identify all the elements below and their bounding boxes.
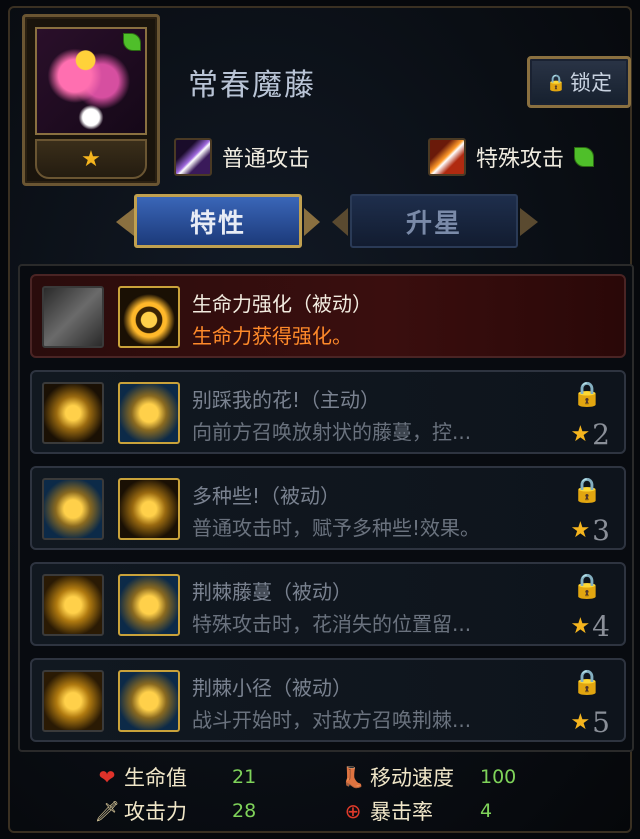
stat-hp: ❤ 生命值 21 <box>94 762 257 792</box>
trait-name: 别踩我的花!（主动） <box>192 388 381 412</box>
trait-desc: 生命力获得强化。 <box>192 324 352 348</box>
thorn-slash-icon <box>42 574 104 636</box>
star-icon: ★ <box>570 422 591 447</box>
character-panel: ★ 常春魔藤 🔒 锁定 普通攻击 特殊攻击 特性 升星 生命力强化（被动） 生命… <box>8 6 634 833</box>
vine-spiral-icon <box>42 382 104 444</box>
sprout-icon <box>42 478 104 540</box>
special-attack-type: 特殊攻击 <box>428 138 595 176</box>
thorn-vine-icon <box>118 574 180 636</box>
rose-icon <box>118 478 180 540</box>
character-portrait-frame[interactable]: ★ <box>22 14 160 186</box>
normal-attack-label: 普通攻击 <box>222 147 311 172</box>
lock-label: 锁定 <box>569 71 612 95</box>
unlock-star-requirement: ★ 4 <box>570 610 610 643</box>
trait-name: 多种些!（被动） <box>192 484 341 508</box>
star-icon: ★ <box>570 710 591 735</box>
tab-traits[interactable]: 特性 <box>134 194 302 248</box>
trait-name: 荆棘小径（被动） <box>192 676 352 700</box>
stat-crit-rate: ⊕ 暴击率 4 <box>340 796 492 826</box>
heart-icon: ❤ <box>98 765 116 789</box>
normal-attack-type: 普通攻击 <box>174 138 310 176</box>
tab-ornament-mid2 <box>332 208 348 236</box>
tab-ornament-right <box>520 208 538 236</box>
unlock-star-requirement: ★ 5 <box>570 706 610 739</box>
purple-slash-icon <box>174 138 212 176</box>
rarity-stars: ★ <box>81 146 101 172</box>
stat-move-speed: 👢 移动速度 100 <box>340 765 517 790</box>
trait-row[interactable]: 荆棘小径（被动） 战斗开始时，对敌方召唤荆棘... 🔒 ★ 5 <box>30 658 626 742</box>
thorn-bloom-icon <box>118 670 180 732</box>
lock-icon: 🔒 <box>572 572 602 600</box>
lock-icon: 🔒 <box>572 476 602 504</box>
tab-ornament-left <box>116 208 134 236</box>
unlock-star-requirement: ★ 3 <box>570 514 610 547</box>
padlock-icon: 🔒 <box>546 72 566 92</box>
tab-star-up[interactable]: 升星 <box>350 194 518 248</box>
stat-attack: 🗡 攻击力 28 <box>94 799 257 824</box>
trait-name: 荆棘藤蔓（被动） <box>192 580 352 604</box>
trait-name: 生命力强化（被动） <box>192 292 372 316</box>
unlock-star-requirement: ★ 2 <box>570 418 610 451</box>
special-attack-label: 特殊攻击 <box>476 147 565 172</box>
trait-list[interactable]: 生命力强化（被动） 生命力获得强化。 别踩我的花!（主动） 向前方召唤放射状的藤… <box>18 264 634 752</box>
orange-slash-icon <box>428 138 466 176</box>
flower-emblem-icon <box>118 382 180 444</box>
leaf-icon <box>574 147 595 167</box>
tab-ornament-mid <box>304 208 320 236</box>
crosshair-icon: ⊕ <box>344 799 362 823</box>
leaf-icon <box>123 33 141 51</box>
thorn-flame-icon <box>42 670 104 732</box>
trait-row[interactable]: 多种些!（被动） 普通攻击时，赋予多种些!效果。 🔒 ★ 3 <box>30 466 626 550</box>
star-icon: ★ <box>570 614 591 639</box>
trait-desc: 向前方召唤放射状的藤蔓，控... <box>192 420 472 444</box>
rarity-star-icon: ★ <box>35 139 147 179</box>
trait-row[interactable]: 别踩我的花!（主动） 向前方召唤放射状的藤蔓，控... 🔒 ★ 2 <box>30 370 626 454</box>
gray-wing-icon <box>42 286 104 348</box>
star-icon: ★ <box>570 518 591 543</box>
lock-icon: 🔒 <box>572 668 602 696</box>
character-portrait <box>35 27 147 135</box>
heart-flame-icon <box>118 286 180 348</box>
trait-desc: 普通攻击时，赋予多种些!效果。 <box>192 516 481 540</box>
lock-icon: 🔒 <box>572 380 602 408</box>
sword-icon: 🗡 <box>94 799 120 823</box>
trait-row[interactable]: 生命力强化（被动） 生命力获得强化。 <box>30 274 626 358</box>
trait-desc: 战斗开始时，对敌方召唤荆棘... <box>192 708 472 732</box>
trait-row[interactable]: 荆棘藤蔓（被动） 特殊攻击时，花消失的位置留... 🔒 ★ 4 <box>30 562 626 646</box>
lock-button[interactable]: 🔒 锁定 <box>527 56 631 108</box>
character-name: 常春魔藤 <box>188 68 316 103</box>
trait-desc: 特殊攻击时，花消失的位置留... <box>192 612 472 636</box>
boot-icon: 👢 <box>340 765 366 789</box>
